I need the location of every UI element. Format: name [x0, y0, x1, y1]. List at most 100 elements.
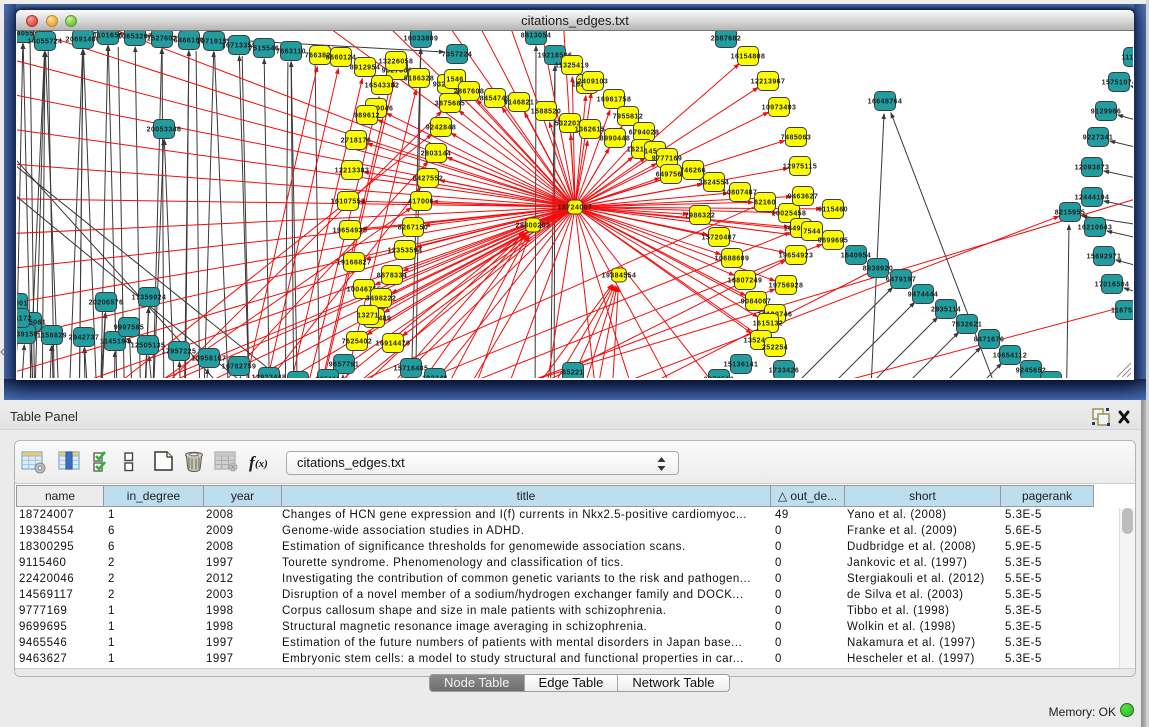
svg-text:3875685: 3875685	[435, 101, 465, 108]
svg-text:16782759: 16782759	[222, 364, 257, 371]
svg-text:18807249: 18807249	[728, 278, 763, 285]
svg-text:2935114: 2935114	[931, 307, 961, 314]
svg-text:417006: 417006	[408, 199, 434, 206]
svg-text:8471676: 8471676	[974, 337, 1004, 344]
svg-text:16961758: 16961758	[597, 97, 632, 104]
svg-text:8990448: 8990448	[600, 136, 630, 143]
svg-text:9372519: 9372519	[704, 377, 734, 379]
svg-text:15692971: 15692971	[1087, 254, 1122, 261]
svg-text:16543382: 16543382	[365, 83, 400, 90]
svg-text:10688609: 10688609	[715, 256, 750, 263]
svg-text:9463627: 9463627	[788, 194, 818, 201]
svg-text:1527602: 1527602	[147, 36, 177, 43]
svg-text:12444194: 12444194	[1075, 195, 1110, 202]
svg-text:3624554: 3624554	[699, 180, 729, 187]
svg-text:1640954: 1640954	[841, 253, 871, 260]
svg-text:19166827: 19166827	[337, 260, 372, 267]
svg-text:7485063: 7485063	[781, 135, 811, 142]
svg-text:7357224: 7357224	[442, 52, 472, 59]
svg-text:15136141: 15136141	[724, 362, 759, 369]
svg-text:939159: 939159	[17, 332, 38, 339]
svg-text:1588520: 1588520	[531, 109, 561, 116]
svg-text:9474444: 9474444	[908, 292, 938, 299]
svg-text:2942737: 2942737	[69, 335, 99, 342]
svg-text:17359924: 17359924	[132, 295, 167, 302]
svg-text:16154808: 16154808	[731, 54, 766, 61]
svg-text:13226058: 13226058	[379, 59, 414, 66]
svg-text:1167533: 1167533	[1111, 308, 1133, 315]
svg-text:1145194: 1145194	[100, 339, 130, 346]
svg-text:10025458: 10025458	[772, 211, 807, 218]
svg-text:10958107: 10958107	[192, 356, 227, 363]
svg-text:85221: 85221	[562, 370, 584, 377]
svg-text:16648764: 16648764	[868, 99, 903, 106]
svg-text:905111: 905111	[315, 377, 340, 379]
svg-text:81001: 81001	[17, 301, 28, 308]
svg-text:1733426: 1733426	[769, 368, 799, 375]
svg-text:19654935: 19654935	[333, 228, 368, 235]
svg-text:8813054: 8813054	[521, 33, 551, 40]
svg-text:10807487: 10807487	[723, 190, 758, 197]
svg-text:12505135: 12505135	[131, 343, 166, 350]
svg-text:252254: 252254	[762, 345, 788, 352]
svg-text:989612: 989612	[354, 113, 380, 120]
svg-text:19654923: 19654923	[779, 253, 814, 260]
svg-text:8912954: 8912954	[350, 65, 380, 72]
svg-text:16107553: 16107553	[331, 199, 366, 206]
svg-text:441172: 441172	[17, 316, 32, 323]
svg-text:12923448: 12923448	[252, 375, 287, 379]
svg-text:19384554: 19384554	[602, 273, 637, 280]
svg-text:16033809: 16033809	[404, 36, 439, 43]
svg-text:9129966: 9129966	[1091, 109, 1121, 116]
svg-text:3498222: 3498222	[366, 296, 396, 303]
svg-text:7515546: 7515546	[249, 46, 279, 53]
svg-text:8186328: 8186328	[404, 76, 434, 83]
svg-text:11325419: 11325419	[555, 63, 589, 70]
svg-text:7955812: 7955812	[613, 114, 643, 121]
svg-text:17016504: 17016504	[1095, 282, 1130, 289]
svg-text:9227341: 9227341	[1083, 135, 1113, 142]
svg-text:8938920: 8938920	[863, 266, 893, 273]
svg-text:192346: 192346	[422, 376, 448, 379]
svg-text:746266: 746266	[680, 168, 706, 175]
svg-text:111245: 111245	[1121, 55, 1133, 62]
svg-text:12975115: 12975115	[783, 164, 817, 171]
svg-text:9657791: 9657791	[329, 362, 359, 369]
svg-text:7625402: 7625402	[342, 339, 372, 346]
svg-text:8427552: 8427552	[413, 176, 443, 183]
svg-text:2087682: 2087682	[711, 36, 741, 43]
svg-text:15751074: 15751074	[1102, 80, 1133, 87]
svg-text:6479197: 6479197	[886, 277, 916, 284]
svg-text:9115460: 9115460	[818, 207, 848, 214]
svg-text:17957225: 17957225	[162, 349, 197, 356]
svg-text:19756928: 19756928	[769, 283, 804, 290]
svg-text:6794028: 6794028	[629, 130, 659, 137]
svg-text:16210643: 16210643	[1078, 225, 1113, 232]
svg-text:9997585: 9997585	[114, 325, 144, 332]
svg-text:10973493: 10973493	[762, 105, 797, 112]
svg-text:(x): (x)	[255, 458, 267, 470]
svg-text:18724007: 18724007	[558, 205, 593, 212]
svg-text:2803144: 2803144	[421, 151, 451, 158]
svg-text:15720407: 15720407	[702, 235, 737, 242]
svg-text:12213383: 12213383	[335, 168, 370, 175]
svg-text:20206576: 20206576	[89, 300, 124, 307]
svg-text:12213967: 12213967	[751, 79, 786, 86]
svg-text:16914479: 16914479	[376, 341, 411, 348]
svg-text:14055724: 14055724	[28, 39, 63, 46]
svg-text:20053346: 20053346	[147, 127, 182, 134]
svg-text:8215955: 8215955	[1055, 210, 1085, 217]
svg-text:7663110: 7663110	[276, 49, 306, 56]
svg-text:8267150: 8267150	[398, 225, 428, 232]
svg-text:7544: 7544	[803, 229, 820, 236]
svg-text:62160: 62160	[754, 200, 776, 207]
svg-text:8660124: 8660124	[326, 55, 356, 62]
svg-text:1362615: 1362615	[575, 127, 605, 134]
svg-text:10654112: 10654112	[993, 353, 1027, 360]
svg-text:1615132: 1615132	[753, 321, 783, 328]
svg-text:12093873: 12093873	[1075, 165, 1110, 172]
svg-text:2409103: 2409103	[578, 79, 608, 86]
svg-text:9699695: 9699695	[818, 238, 848, 245]
svg-text:13271: 13271	[357, 313, 379, 320]
svg-text:9146821: 9146821	[504, 100, 534, 107]
